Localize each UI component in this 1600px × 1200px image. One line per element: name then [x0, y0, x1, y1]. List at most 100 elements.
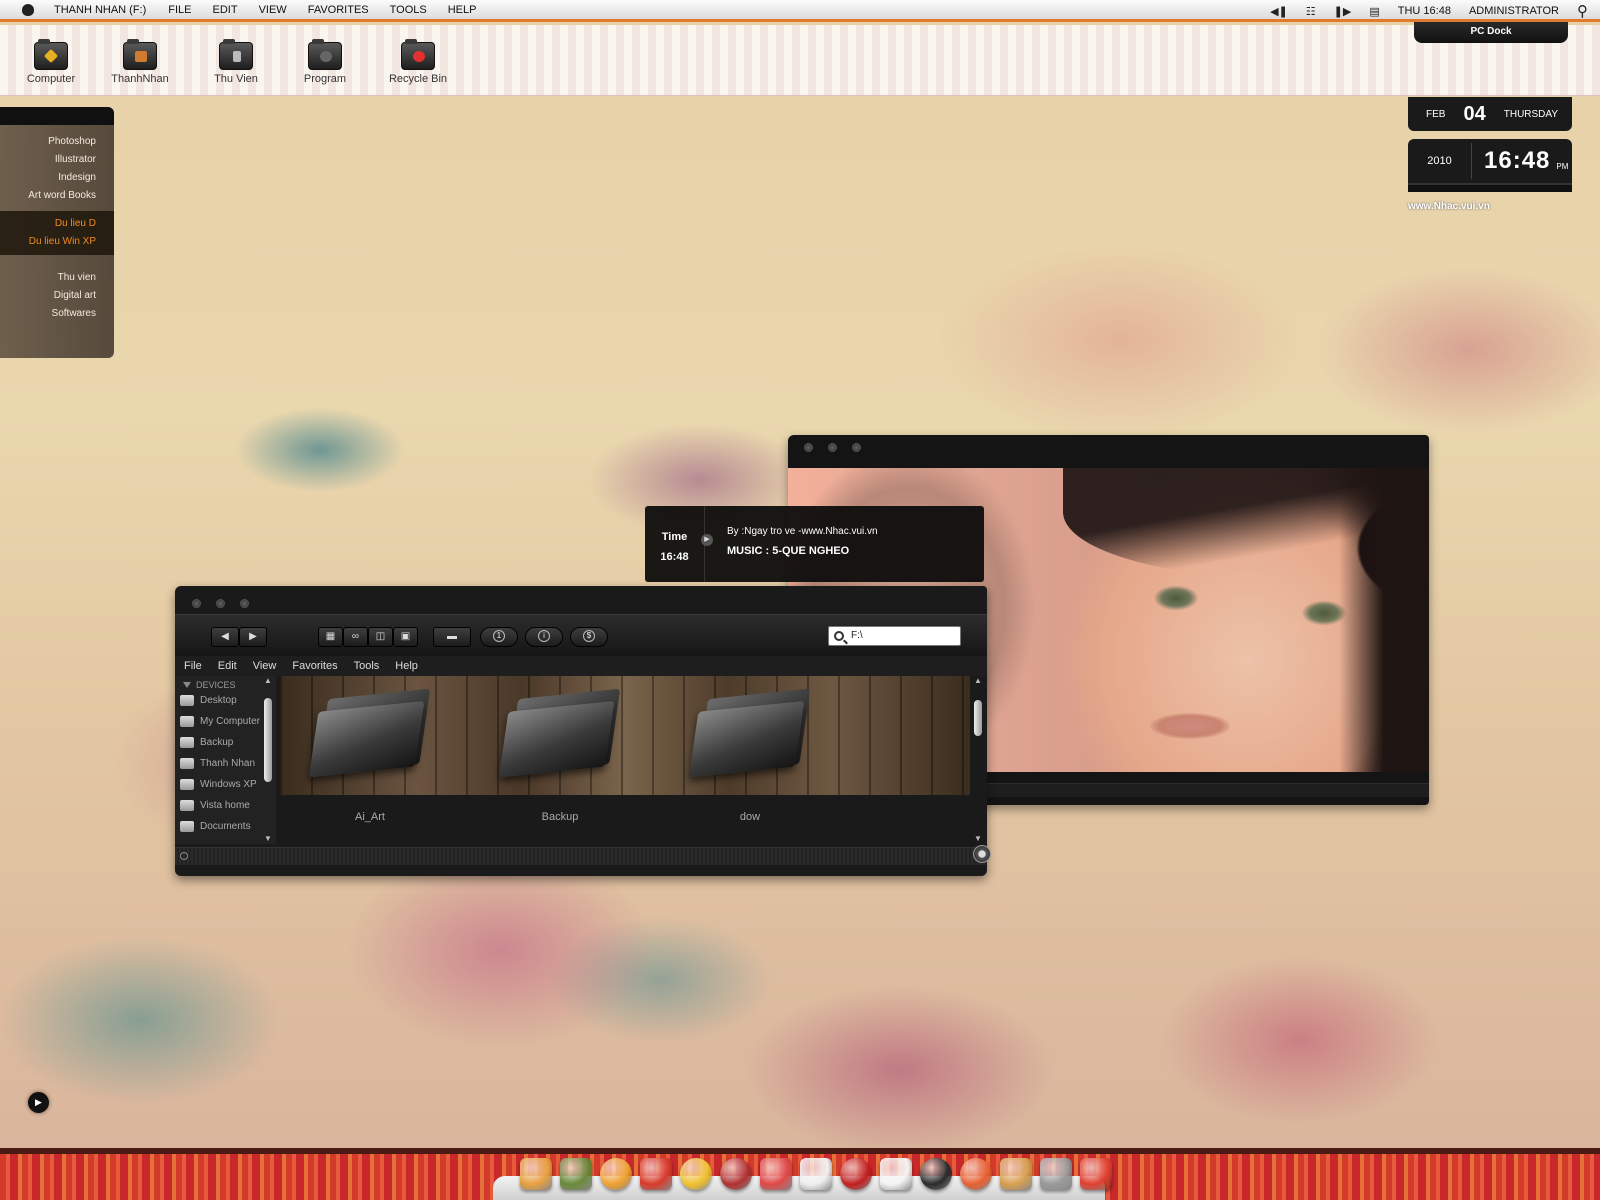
folder-action-button[interactable]: ▬ — [433, 627, 471, 647]
launcher-item-du-lieu-win-xp[interactable]: Du lieu Win XP — [0, 233, 96, 251]
messages-icon[interactable]: ▤ — [1369, 5, 1379, 18]
preview-view-button[interactable]: ▣ — [393, 627, 418, 647]
clock-site-link[interactable]: www.Nhac.vui.vn — [1408, 201, 1572, 212]
shortcut-thanhnhan[interactable]: ThanhNhan — [100, 39, 180, 85]
explorer-menu-favorites[interactable]: Favorites — [292, 656, 337, 676]
tools-icon[interactable] — [1040, 1158, 1072, 1190]
launcher-item-softwares[interactable]: Softwares — [0, 305, 96, 323]
apple-icon[interactable] — [22, 3, 34, 16]
pc-dock-tab[interactable]: PC Dock — [1414, 22, 1568, 43]
badge-button-1[interactable]: 1 — [480, 627, 518, 647]
column-view-button[interactable]: ◫ — [368, 627, 393, 647]
launcher-item-art-word-books[interactable]: Art word Books — [0, 187, 96, 205]
menu-favorites[interactable]: FAVORITES — [308, 4, 369, 16]
search-input[interactable]: F:\ — [828, 626, 961, 646]
sidebar-item-desktop[interactable]: Desktop — [175, 690, 276, 711]
next-icon[interactable]: ❚▶ — [1334, 5, 1352, 18]
launcher-item-du-lieu-d[interactable]: Du lieu D — [0, 215, 96, 233]
sidebar-item-backup[interactable]: Backup — [175, 732, 276, 753]
menu-edit[interactable]: EDIT — [213, 4, 238, 16]
zoom-button[interactable] — [240, 599, 249, 608]
minimize-button[interactable] — [828, 443, 837, 452]
explorer-menu-help[interactable]: Help — [395, 656, 418, 676]
minimize-button[interactable] — [216, 599, 225, 608]
shortcut-recycle-bin[interactable]: Recycle Bin — [378, 39, 458, 85]
menu-app-name[interactable]: THANH NHAN (F:) — [54, 4, 146, 16]
forward-button[interactable]: ▶ — [239, 627, 267, 647]
camera-lens-icon[interactable] — [920, 1158, 952, 1190]
sidebar-item-documents[interactable]: Documents — [175, 816, 276, 837]
explorer-menu-file[interactable]: File — [184, 656, 202, 676]
launcher-item-photoshop[interactable]: Photoshop — [0, 133, 96, 151]
launcher-item-thu-vien[interactable]: Thu vien — [0, 269, 96, 287]
alarm-clock-icon[interactable] — [680, 1158, 712, 1190]
shortcut-computer[interactable]: Computer — [11, 39, 91, 85]
folder-item-ai-art[interactable]: Ai_Art — [295, 676, 445, 823]
menu-help[interactable]: HELP — [448, 4, 477, 16]
shortcut-thu-vien[interactable]: Thu Vien — [196, 39, 276, 85]
time-box: 2010 16:48 PM — [1408, 139, 1572, 183]
close-button[interactable] — [804, 443, 813, 452]
folder-item-dow[interactable]: dow — [675, 676, 825, 823]
launcher-item-indesign[interactable]: Indesign — [0, 169, 96, 187]
content-scroll-thumb[interactable] — [974, 700, 982, 736]
shortcut-label: Computer — [26, 73, 76, 85]
play-button[interactable]: ▶ — [28, 1092, 49, 1113]
lollipop-icon[interactable] — [600, 1158, 632, 1190]
play-icon[interactable]: ▶ — [701, 534, 713, 546]
content-scrollbar[interactable]: ▲ ▼ — [972, 676, 984, 844]
options-icon: $ — [583, 630, 595, 643]
explorer-menu-view[interactable]: View — [253, 656, 277, 676]
folder-item-backup[interactable]: Backup — [485, 676, 635, 823]
info-button[interactable]: i — [525, 627, 563, 647]
explorer-menu-edit[interactable]: Edit — [218, 656, 237, 676]
folder-label: Backup — [541, 811, 579, 823]
scroll-down-icon[interactable]: ▼ — [263, 834, 273, 844]
folder-icon — [180, 800, 194, 811]
bus-icon[interactable] — [640, 1158, 672, 1190]
stormtrooper-icon[interactable] — [800, 1158, 832, 1190]
status-search-icon[interactable] — [180, 852, 188, 860]
tea-cup-icon[interactable] — [880, 1158, 912, 1190]
launcher-item-illustrator[interactable]: Illustrator — [0, 151, 96, 169]
sidebar-item-thanh-nhan[interactable]: Thanh Nhan — [175, 753, 276, 774]
zoom-button[interactable] — [852, 443, 861, 452]
coverflow-view-button[interactable]: ∞ — [343, 627, 368, 647]
scroll-up-icon[interactable]: ▲ — [263, 676, 273, 686]
scroll-up-icon[interactable]: ▲ — [973, 676, 983, 686]
sidebar-scrollbar[interactable]: ▲ ▼ — [263, 676, 273, 844]
scroll-down-icon[interactable]: ▼ — [973, 834, 983, 844]
pinwheel-icon[interactable] — [760, 1158, 792, 1190]
options-button[interactable]: $ — [570, 627, 608, 647]
menubar-clock[interactable]: THU 16:48 — [1398, 5, 1451, 17]
sidebar-item-windows-xp[interactable]: Windows XP — [175, 774, 276, 795]
window-titlebar[interactable] — [788, 445, 1429, 459]
playlist-icon[interactable]: ☷ — [1306, 5, 1316, 18]
window-titlebar[interactable] — [175, 599, 987, 613]
sidebar-scroll-thumb[interactable] — [264, 698, 272, 782]
menu-tools[interactable]: TOOLS — [390, 4, 427, 16]
folder-content: Ai_Art Backup dow — [280, 676, 970, 844]
previous-icon[interactable]: ◀❚ — [1270, 5, 1288, 18]
sidebar-item-vista-home[interactable]: Vista home — [175, 795, 276, 816]
menu-view[interactable]: VIEW — [259, 4, 287, 16]
home-icon[interactable] — [520, 1158, 552, 1190]
ball-icon[interactable] — [720, 1158, 752, 1190]
menu-file[interactable]: FILE — [168, 4, 191, 16]
menubar-user[interactable]: ADMINISTRATOR — [1469, 5, 1559, 17]
resize-knob[interactable] — [973, 845, 991, 863]
notebook-icon[interactable] — [560, 1158, 592, 1190]
sidebar-header[interactable]: DEVICES — [175, 676, 276, 690]
close-button[interactable] — [192, 599, 201, 608]
back-button[interactable]: ◀ — [211, 627, 239, 647]
sidebar-item-my-computer[interactable]: My Computer — [175, 711, 276, 732]
launcher-item-digital-art[interactable]: Digital art — [0, 287, 96, 305]
gauge-icon[interactable] — [840, 1158, 872, 1190]
umbrella-icon[interactable] — [1080, 1158, 1112, 1190]
clipboard-icon[interactable] — [1000, 1158, 1032, 1190]
icon-view-button[interactable]: ▦ — [318, 627, 343, 647]
search-icon[interactable]: ⚲ — [1577, 2, 1588, 20]
beach-ball-icon[interactable] — [960, 1158, 992, 1190]
explorer-menu-tools[interactable]: Tools — [354, 656, 380, 676]
shortcut-program[interactable]: Program — [285, 39, 365, 85]
